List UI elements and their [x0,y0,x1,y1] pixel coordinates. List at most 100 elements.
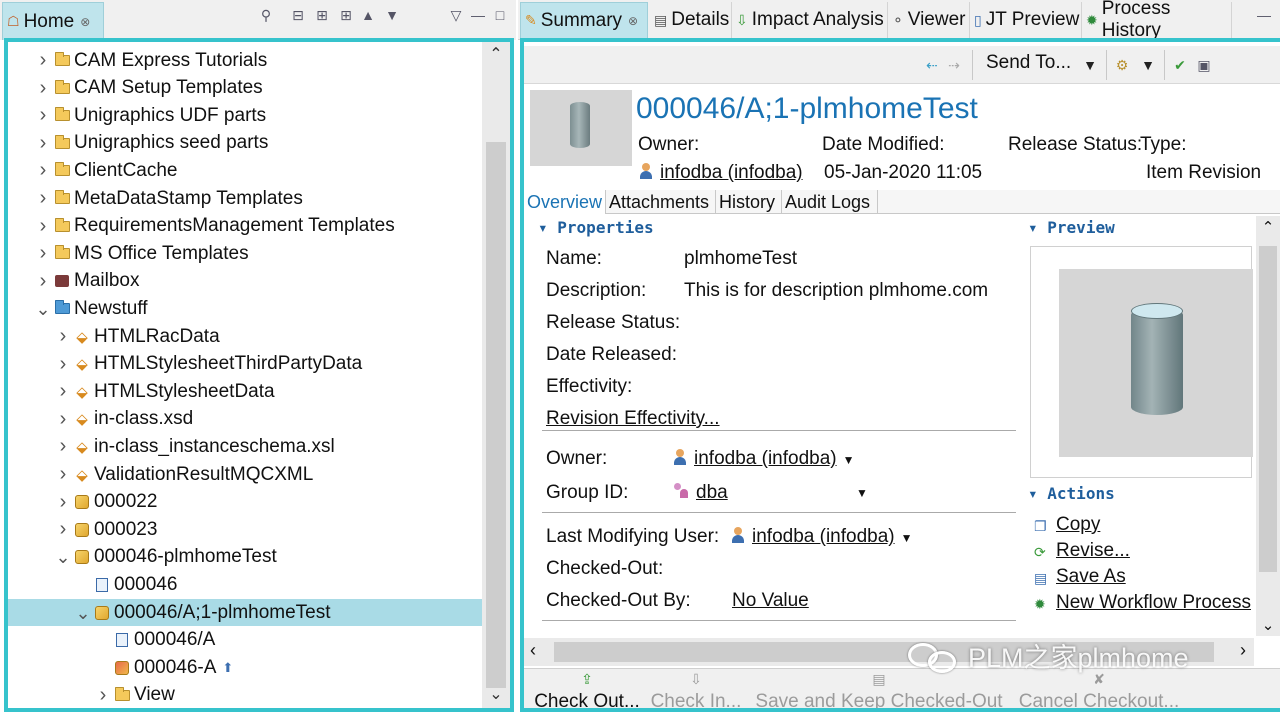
scrollbar-thumb[interactable] [486,142,506,688]
tree-item[interactable]: › 000023 [8,516,482,543]
chevron-right-icon[interactable]: › [54,518,72,541]
chevron-right-icon[interactable]: › [34,242,52,265]
chevron-right-icon[interactable]: › [34,49,52,72]
tree-item[interactable]: 000046/A [8,627,482,654]
chevron-down-icon[interactable]: ▼ [856,486,868,500]
tree-item[interactable]: › ⬙ in-class.xsd [8,406,482,433]
tree-item[interactable]: › Unigraphics UDF parts [8,102,482,129]
tab-details[interactable]: ▤ Details [650,2,732,38]
chevron-right-icon[interactable]: › [34,187,52,210]
chevron-down-icon[interactable]: ▼ [1080,54,1100,76]
tree-item[interactable]: › ⬙ in-class_instanceschema.xsl [8,433,482,460]
owner-prop-value[interactable]: infodba (infodba) ▼ [674,448,855,470]
view-menu-icon[interactable]: ▽ [446,4,466,26]
tab-audit-logs[interactable]: Audit Logs [782,190,878,214]
close-icon[interactable]: ⊗ [628,14,638,28]
chevron-right-icon[interactable]: › [34,215,52,238]
new-workflow-process-action[interactable]: New Workflow Process [1056,592,1251,614]
tab-attachments[interactable]: Attachments [606,190,716,214]
owner-prop-link[interactable]: infodba (infodba) [694,448,837,469]
tree-item[interactable]: ⌄ 000046/A;1-plmhomeTest [8,599,482,626]
chevron-right-icon[interactable]: › [34,77,52,100]
checked-out-by-value[interactable]: No Value [732,590,809,612]
minimize-icon[interactable]: — [468,4,488,26]
save-as-action[interactable]: Save As [1056,566,1126,588]
chevron-right-icon[interactable]: › [34,270,52,293]
tab-viewer[interactable]: ⚬ Viewer [888,2,970,38]
chevron-right-icon[interactable]: › [34,104,52,127]
preview-section-header[interactable]: ▾ Preview [1028,218,1115,237]
forward-icon[interactable]: ⇢ [944,54,964,76]
scroll-down-icon[interactable]: ⌄ [1256,616,1280,634]
check-out-button[interactable]: ⇪ Check Out... [532,671,642,708]
scroll-up-icon[interactable]: ⌃ [482,44,510,74]
chevron-right-icon[interactable]: › [54,325,72,348]
move-down-icon[interactable]: ▼ [382,4,402,26]
tab-summary[interactable]: ✎ Summary ⊗ [520,2,648,38]
chevron-right-icon[interactable]: › [34,132,52,155]
maximize-icon[interactable]: □ [490,4,510,26]
chevron-right-icon[interactable]: › [54,491,72,514]
expand-all-icon[interactable]: ⊞ [336,4,356,26]
tree-item[interactable]: › Mailbox [8,268,482,295]
revision-effectivity-link[interactable]: Revision Effectivity... [546,408,720,430]
send-to-button[interactable]: Send To... [986,52,1071,74]
scroll-right-icon[interactable]: › [1240,640,1246,661]
minimize-icon[interactable]: — [1254,4,1274,26]
collapse-all-icon[interactable]: ⊟ [288,4,308,26]
properties-section-header[interactable]: ▾ Properties [538,218,654,237]
chevron-right-icon[interactable]: › [54,463,72,486]
revise-action[interactable]: Revise... [1056,540,1130,562]
tab-process-history[interactable]: ✹ Process History [1082,0,1232,41]
chevron-right-icon[interactable]: › [54,435,72,458]
chevron-down-icon[interactable]: ⌄ [54,548,72,566]
open-window-icon[interactable]: ▣ [1194,54,1214,76]
chevron-right-icon[interactable]: › [34,159,52,182]
tree-item[interactable]: › View [8,682,482,708]
chevron-down-icon[interactable]: ▼ [843,453,855,467]
chevron-down-icon[interactable]: ⌄ [34,300,52,318]
last-mod-link[interactable]: infodba (infodba) [752,526,895,547]
tree-item[interactable]: › ClientCache [8,157,482,184]
tree-item[interactable]: › 000022 [8,489,482,516]
content-vertical-scrollbar[interactable]: ⌃ ⌄ [1256,216,1280,636]
owner-link[interactable]: infodba (infodba) [660,162,803,183]
tree-item[interactable]: › CAM Setup Templates [8,75,482,102]
actions-section-header[interactable]: ▾ Actions [1028,484,1115,503]
tree-item[interactable]: › MetaDataStamp Templates [8,185,482,212]
save-and-keep-checked-out-button[interactable]: ▤ Save and Keep Checked-Out [752,671,1006,708]
tab-overview[interactable]: Overview [524,190,606,214]
group-value[interactable]: dba [674,482,728,504]
owner-value[interactable]: infodba (infodba) [640,162,803,184]
tree-item[interactable]: › ⬙ HTMLStylesheetData [8,378,482,405]
tree-item[interactable]: ⌄ 000046-plmhomeTest [8,544,482,571]
tree-item[interactable]: › RequirementsManagement Templates [8,213,482,240]
last-modifying-user-value[interactable]: infodba (infodba) ▼ [732,526,913,548]
preview-image[interactable] [1030,246,1253,478]
check-icon[interactable]: ✔ [1170,54,1190,76]
chevron-right-icon[interactable]: › [94,684,112,707]
tab-history[interactable]: History [716,190,782,214]
tree-item[interactable]: › ⬙ ValidationResultMQCXML [8,461,482,488]
tree-vertical-scrollbar[interactable]: ⌃ ⌄ [482,42,510,708]
tree-item[interactable]: › ⬙ HTMLStylesheetThirdPartyData [8,351,482,378]
scroll-left-icon[interactable]: ‹ [530,640,536,661]
tree-item[interactable]: › CAM Express Tutorials [8,47,482,74]
tree-item[interactable]: › Unigraphics seed parts [8,130,482,157]
tree-item[interactable]: › MS Office Templates [8,240,482,267]
scroll-down-icon[interactable]: ⌄ [482,684,510,708]
tools-icon[interactable]: ⚙ [1112,54,1132,76]
tree-item[interactable]: ⌄ Newstuff [8,295,482,322]
tree-item[interactable]: › ⬙ HTMLRacData [8,323,482,350]
chevron-right-icon[interactable]: › [54,353,72,376]
tab-jt-preview[interactable]: ▯ JT Preview [970,2,1082,38]
close-icon[interactable]: ⊗ [80,15,90,29]
navigator-tree[interactable]: › CAM Express Tutorials › CAM Setup Templat… [8,42,482,708]
group-link[interactable]: dba [696,482,728,503]
tab-impact-analysis[interactable]: ⇩ Impact Analysis [732,2,888,38]
chevron-down-icon[interactable]: ⌄ [74,604,92,622]
home-tab[interactable]: ☖ Home ⊗ [2,2,104,40]
chevron-down-icon[interactable]: ▼ [901,531,913,545]
scroll-up-icon[interactable]: ⌃ [1256,218,1280,236]
check-in-button[interactable]: ⇩ Check In... [650,671,742,708]
